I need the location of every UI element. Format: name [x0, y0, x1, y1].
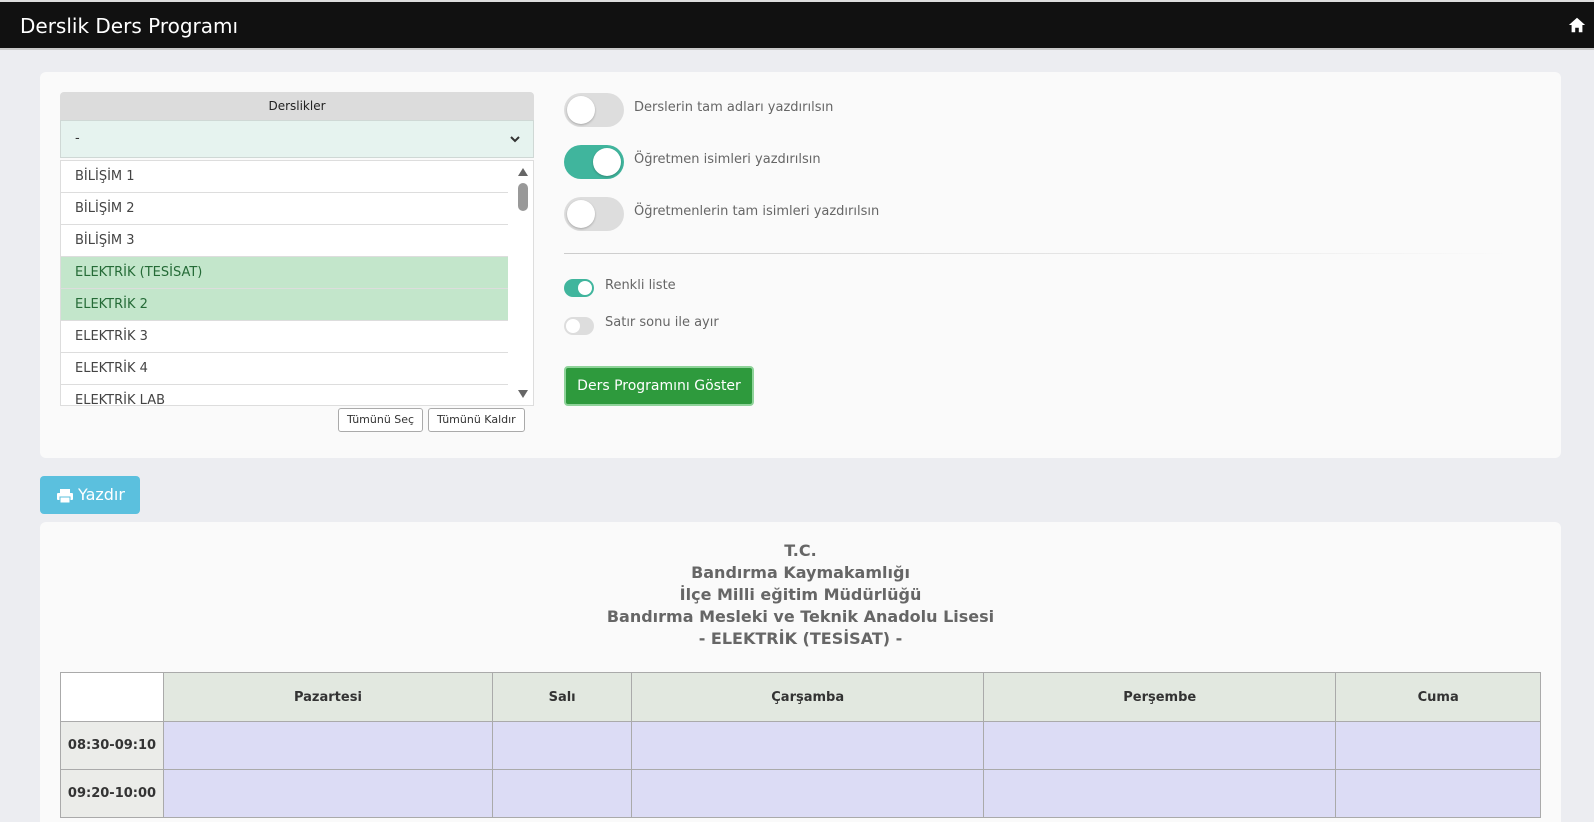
- toggle-knob: [567, 200, 595, 228]
- day-header: Çarşamba: [631, 672, 985, 722]
- divider: [564, 253, 1514, 254]
- scrollbar-thumb[interactable]: [518, 183, 528, 211]
- day-header: Perşembe: [983, 672, 1337, 722]
- schedule-sheet: T.C. Bandırma Kaymakamlığı İlçe Milli eğ…: [40, 522, 1561, 822]
- teacher-full-names-toggle[interactable]: [564, 197, 624, 231]
- heading-line: - ELEKTRİK (TESİSAT) -: [698, 629, 903, 648]
- classroom-dropdown[interactable]: -: [60, 120, 534, 158]
- schedule-cell: [491, 769, 633, 818]
- schedule-cell: [163, 769, 493, 818]
- list-item[interactable]: BİLİŞİM 2: [61, 193, 508, 225]
- schedule-cell: [491, 721, 633, 770]
- schedule-heading: T.C. Bandırma Kaymakamlığı İlçe Milli eğ…: [40, 540, 1561, 650]
- line-break-toggle[interactable]: [564, 317, 594, 335]
- time-slot: 09:20-10:00: [60, 769, 164, 818]
- corner-cell: [60, 672, 164, 722]
- schedule-cell: [631, 721, 985, 770]
- day-header: Salı: [491, 672, 633, 722]
- table-row: 08:30-09:10: [60, 721, 1541, 770]
- day-header: Pazartesi: [163, 672, 493, 722]
- scroll-up-icon[interactable]: [517, 167, 529, 177]
- teacher-names-toggle[interactable]: [564, 145, 624, 179]
- schedule-cell: [631, 769, 985, 818]
- listbox-scrollbar[interactable]: [513, 161, 533, 405]
- classroom-listbox[interactable]: BİLİŞİM 1 BİLİŞİM 2 BİLİŞİM 3 ELEKTRİK (TES…: [60, 160, 534, 406]
- schedule-cell: [1335, 721, 1541, 770]
- schedule-table: Pazartesi Salı Çarşamba Perşembe Cuma 08…: [60, 672, 1541, 818]
- select-all-button[interactable]: Tümünü Seç: [338, 408, 424, 432]
- top-bar: Derslik Ders Programı: [0, 0, 1594, 50]
- heading-line: Bandırma Mesleki ve Teknik Anadolu Lises…: [606, 607, 995, 626]
- settings-panel: Derslikler - BİLİŞİM 1 BİLİŞİM 2 BİLİŞİM 3…: [40, 72, 1561, 458]
- full-course-names-label: Derslerin tam adları yazdırılsın: [634, 100, 834, 115]
- list-item[interactable]: ELEKTRİK 3: [61, 321, 508, 353]
- colored-list-toggle[interactable]: [564, 279, 594, 297]
- print-button[interactable]: Yazdır: [40, 476, 140, 514]
- schedule-cell: [983, 769, 1337, 818]
- toggle-knob: [567, 96, 595, 124]
- list-item[interactable]: BİLİŞİM 1: [61, 161, 508, 193]
- time-slot: 08:30-09:10: [60, 721, 164, 770]
- clear-all-button[interactable]: Tümünü Kaldır: [428, 408, 525, 432]
- full-course-names-toggle[interactable]: [564, 93, 624, 127]
- toggle-knob: [593, 148, 621, 176]
- schedule-cell: [1335, 769, 1541, 818]
- scroll-down-icon[interactable]: [517, 389, 529, 399]
- toggle-knob: [578, 281, 592, 295]
- schedule-cell: [983, 721, 1337, 770]
- colored-list-label: Renkli liste: [605, 278, 676, 293]
- schedule-cell: [163, 721, 493, 770]
- heading-line: T.C.: [784, 541, 817, 560]
- toggle-knob: [566, 319, 580, 333]
- list-item[interactable]: ELEKTRİK 4: [61, 353, 508, 385]
- show-schedule-button[interactable]: Ders Programını Göster: [564, 366, 754, 406]
- chevron-down-icon: [510, 136, 520, 143]
- heading-line: Bandırma Kaymakamlığı: [691, 563, 910, 582]
- page-title: Derslik Ders Programı: [20, 14, 239, 38]
- list-item[interactable]: ELEKTRİK (TESİSAT): [61, 257, 508, 289]
- day-header: Cuma: [1335, 672, 1541, 722]
- dropdown-value: -: [75, 131, 80, 146]
- line-break-label: Satır sonu ile ayır: [605, 315, 719, 330]
- list-item[interactable]: ELEKTRİK 2: [61, 289, 508, 321]
- teacher-names-label: Öğretmen isimleri yazdırılsın: [634, 152, 821, 167]
- print-button-label: Yazdır: [78, 485, 125, 504]
- classroom-list-heading: Derslikler: [60, 92, 534, 120]
- home-icon[interactable]: [1568, 16, 1586, 34]
- list-item[interactable]: ELEKTRİK LAB: [61, 385, 508, 405]
- print-icon: [57, 488, 73, 503]
- list-item[interactable]: BİLİŞİM 3: [61, 225, 508, 257]
- teacher-full-names-label: Öğretmenlerin tam isimleri yazdırılsın: [634, 204, 880, 219]
- table-row: 09:20-10:00: [60, 769, 1541, 818]
- heading-line: İlçe Milli eğitim Müdürlüğü: [679, 585, 922, 604]
